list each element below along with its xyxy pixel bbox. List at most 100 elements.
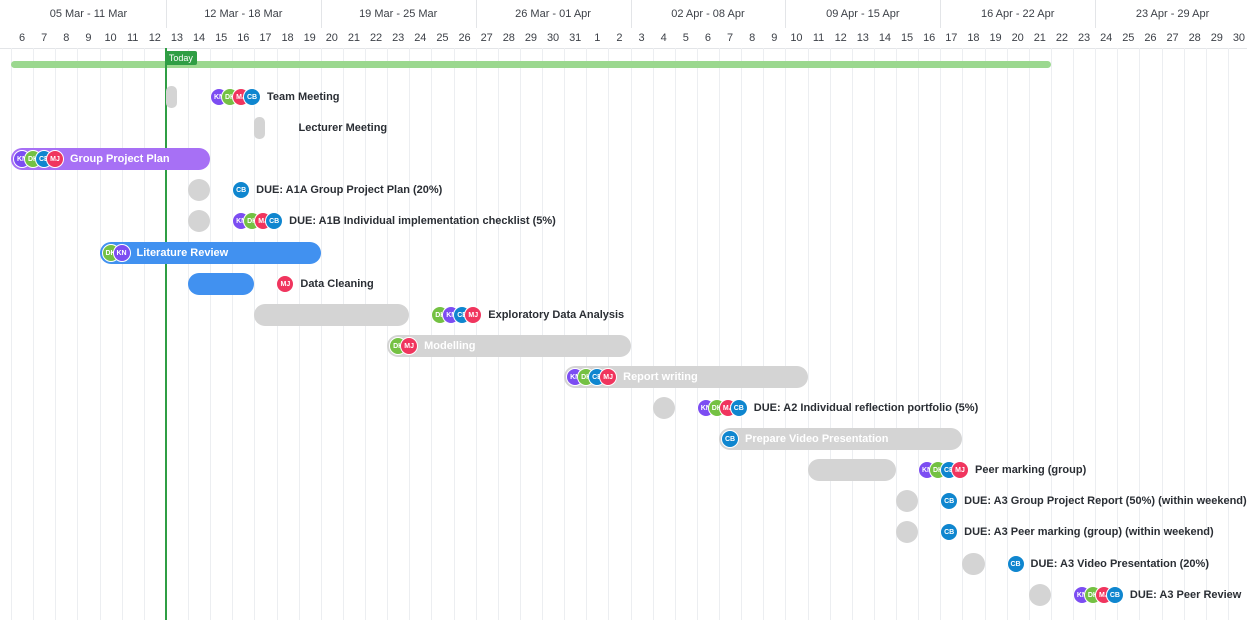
day-label: 22	[369, 32, 383, 44]
task-name: Prepare Video Presentation	[745, 433, 889, 446]
day-label: 6	[19, 32, 26, 44]
day-label: 30	[1232, 32, 1246, 44]
task-name: DUE: A1B Individual implementation check…	[289, 215, 556, 228]
day-label: 1	[594, 32, 601, 44]
day-grid-line	[143, 48, 145, 620]
day-label: 17	[945, 32, 958, 44]
week-label: 16 Apr - 22 Apr	[980, 8, 1055, 20]
task-bar[interactable]	[896, 490, 919, 513]
day-label: 29	[1210, 32, 1223, 44]
assignee-avatars[interactable]: DK KN	[101, 243, 131, 262]
day-grid-line	[829, 48, 831, 620]
task-bar[interactable]	[652, 397, 675, 419]
day-grid-line	[232, 48, 234, 620]
assignee-avatars[interactable]: DK MJ	[389, 336, 419, 355]
task-bar[interactable]	[188, 210, 211, 233]
task-bar[interactable]	[165, 86, 177, 108]
day-label: 20	[325, 32, 338, 44]
task-name: DUE: A3 Group Project Report (50%) (with…	[964, 495, 1247, 508]
day-label: 14	[192, 32, 206, 44]
avatar-mj[interactable]: MJ	[464, 305, 483, 324]
week-label: 19 Mar - 25 Mar	[359, 8, 438, 20]
assignee-avatars[interactable]: KN DK MJ CB	[232, 212, 284, 231]
assignee-avatars[interactable]: MJ	[276, 274, 295, 293]
day-grid-line	[387, 48, 389, 620]
day-grid-line	[99, 48, 101, 620]
day-label: 15	[900, 32, 914, 44]
assignee-avatars[interactable]: CB	[1006, 554, 1025, 573]
day-label: 4	[660, 32, 667, 44]
day-label: 11	[126, 32, 139, 44]
avatar-cb[interactable]: CB	[721, 430, 739, 449]
assignee-avatars[interactable]: KN DK CB MJ	[566, 367, 618, 386]
day-label: 30	[546, 32, 560, 44]
day-label: 22	[1055, 32, 1069, 44]
avatar-mj[interactable]: MJ	[46, 150, 64, 169]
task-name: DUE: A3 Video Presentation (20%)	[1030, 557, 1210, 570]
day-label: 9	[771, 32, 778, 44]
avatar-cb[interactable]: CB	[265, 212, 284, 231]
day-grid-line	[918, 48, 920, 620]
day-label: 17	[259, 32, 272, 44]
task-name: Modelling	[424, 339, 476, 352]
week-label: 09 Apr - 15 Apr	[826, 8, 900, 20]
assignee-avatars[interactable]: KN DK CB MJ	[13, 150, 64, 169]
day-label: 23	[1077, 32, 1091, 44]
avatar-cb[interactable]: CB	[940, 523, 959, 542]
avatar-cb[interactable]: CB	[1006, 554, 1025, 573]
day-label: 5	[682, 32, 689, 44]
today-badge: Today	[164, 51, 197, 65]
assignee-avatars[interactable]: DK KN CB MJ	[431, 305, 483, 324]
task-name: DUE: A3 Peer Review	[1129, 588, 1242, 601]
day-label: 26	[458, 32, 471, 44]
avatar-mj[interactable]: MJ	[276, 274, 295, 293]
avatar-mj[interactable]: MJ	[599, 367, 618, 386]
assignee-avatars[interactable]: KN DK MJ CB	[210, 88, 261, 106]
day-grid-line	[696, 48, 698, 620]
avatar-cb[interactable]: CB	[1105, 585, 1124, 604]
assignee-avatars[interactable]: CB	[232, 181, 251, 200]
avatar-cb[interactable]: CB	[940, 492, 959, 511]
task-bar[interactable]	[807, 459, 896, 482]
assignee-avatars[interactable]: KN DK MJ CB	[1072, 585, 1124, 604]
task-bar[interactable]	[254, 303, 410, 326]
task-name: Report writing	[623, 370, 698, 383]
task-bar[interactable]	[1028, 583, 1051, 606]
avatar-mj[interactable]: MJ	[400, 336, 419, 355]
day-label: 14	[878, 32, 892, 44]
task-bar[interactable]	[896, 521, 919, 544]
avatar-kn[interactable]: KN	[112, 243, 131, 262]
day-label: 2	[616, 32, 623, 44]
day-label: 19	[303, 32, 316, 44]
week-label: 02 Apr - 08 Apr	[671, 8, 745, 20]
day-label: 25	[1122, 32, 1135, 44]
task-bar[interactable]	[962, 552, 985, 575]
day-grid-line	[851, 48, 853, 620]
avatar-cb[interactable]: CB	[232, 181, 251, 200]
avatar-cb[interactable]: CB	[243, 88, 261, 106]
day-grid-line	[77, 48, 79, 620]
day-label: 12	[834, 32, 847, 44]
avatar-cb[interactable]: CB	[729, 399, 748, 417]
day-grid-line	[210, 48, 212, 620]
task-bar[interactable]	[188, 272, 255, 295]
day-label: 20	[1011, 32, 1024, 44]
assignee-avatars[interactable]: CB	[940, 492, 959, 511]
assignee-avatars[interactable]: KN DK CB MJ	[918, 461, 969, 480]
day-label: 27	[480, 32, 493, 44]
assignee-avatars[interactable]: CB	[721, 430, 739, 449]
day-grid-line	[33, 48, 35, 620]
day-grid-line	[276, 48, 278, 620]
avatar-mj[interactable]: MJ	[951, 461, 969, 480]
day-label: 10	[104, 32, 117, 44]
task-bar[interactable]	[254, 117, 266, 140]
day-label: 16	[923, 32, 936, 44]
task-name: Exploratory Data Analysis	[488, 308, 625, 321]
assignee-avatars[interactable]: KN DK MJ CB	[696, 399, 748, 417]
day-label: 23	[392, 32, 405, 44]
task-name: Literature Review	[136, 246, 229, 259]
task-name: Group Project Plan	[70, 153, 170, 166]
assignee-avatars[interactable]: CB	[940, 523, 959, 542]
day-grid-line	[188, 48, 189, 620]
task-bar[interactable]	[188, 179, 211, 202]
